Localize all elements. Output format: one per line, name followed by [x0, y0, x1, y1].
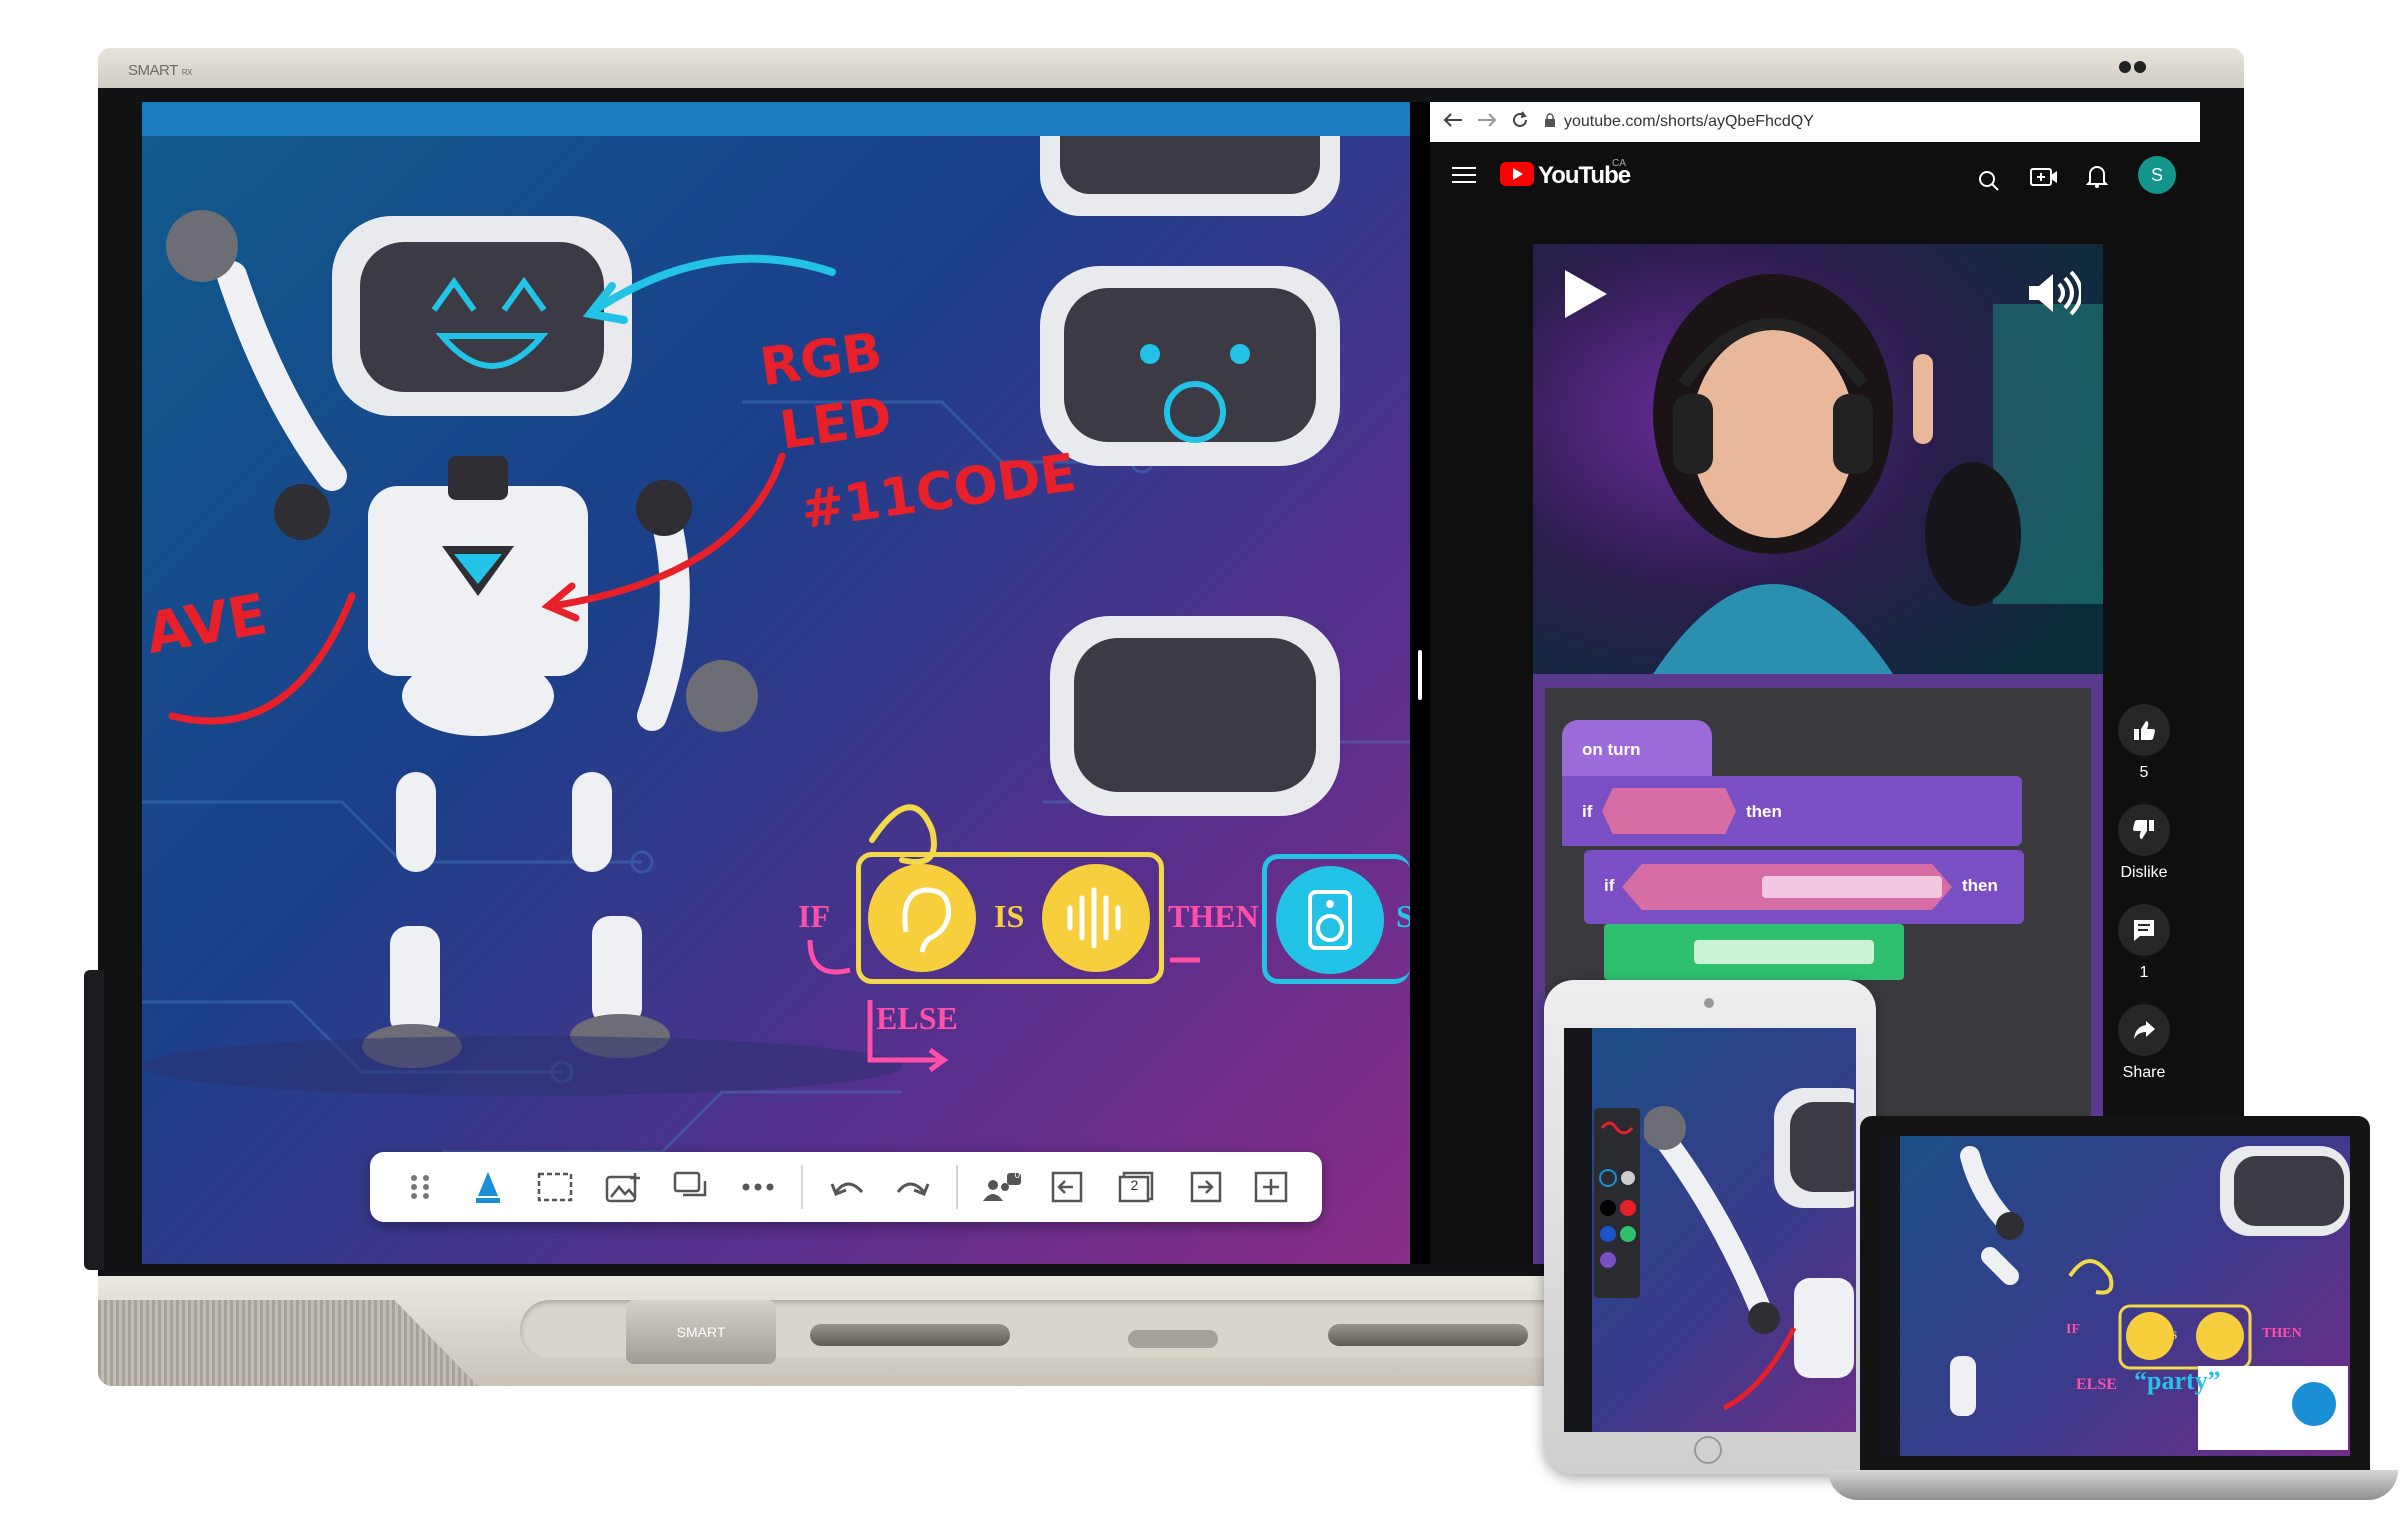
laptop-base	[1828, 1470, 2398, 1500]
youtube-header: YouTube CA S	[1430, 142, 2200, 212]
brand-logo: SMART RX	[128, 62, 192, 79]
thumbs-down-icon[interactable]	[2118, 804, 2170, 856]
more-icon[interactable]	[733, 1162, 783, 1212]
like-action[interactable]: 5	[2114, 704, 2174, 782]
block-then-label: then	[1746, 802, 1782, 821]
participants-icon[interactable]: 0	[976, 1162, 1026, 1212]
eraser-label: SMART	[676, 1324, 726, 1340]
share-icon[interactable]	[2118, 1004, 2170, 1056]
notifications-icon[interactable]	[2085, 164, 2109, 193]
undo-icon[interactable]	[821, 1162, 871, 1212]
drag-handle-icon[interactable]	[395, 1162, 445, 1212]
search-icon[interactable]	[1978, 170, 2000, 197]
pen-right[interactable]	[1328, 1324, 1528, 1346]
toolbar-divider	[801, 1165, 804, 1209]
logic-arrows	[807, 804, 1200, 1073]
robot-face-options	[1040, 136, 1340, 816]
redo-icon[interactable]	[889, 1162, 939, 1212]
comment-count: 1	[2139, 964, 2149, 981]
block-if-label: if	[1604, 876, 1615, 895]
laptop-screen[interactable]: IF IS THEN ELSE “party”	[1880, 1136, 2350, 1456]
url-text[interactable]: youtube.com/shorts/ayQbeFhcdQY	[1564, 113, 1814, 131]
forward-icon[interactable]	[1476, 111, 1498, 134]
participants-count: 0	[1014, 1170, 1021, 1181]
browser-address-bar: youtube.com/shorts/ayQbeFhcdQY	[1430, 102, 2200, 142]
dislike-action[interactable]: Dislike	[2114, 804, 2174, 882]
next-page-icon[interactable]	[1179, 1162, 1229, 1212]
lock-icon	[1544, 112, 1556, 132]
previous-page-icon[interactable]	[1044, 1162, 1094, 1212]
pen-icon[interactable]	[463, 1162, 513, 1212]
display-top-bezel: SMART RX	[98, 48, 2244, 92]
back-icon[interactable]	[1442, 111, 1464, 134]
speaker-icon	[1276, 866, 1384, 974]
camera-icon	[2118, 60, 2152, 74]
block-if-inner[interactable]: if then	[1584, 850, 2024, 924]
menu-icon[interactable]	[1452, 166, 1476, 189]
split-divider[interactable]	[1410, 102, 1430, 1264]
create-icon[interactable]	[2030, 166, 2058, 193]
shorts-video[interactable]	[1533, 244, 2103, 674]
youtube-logo-icon[interactable]	[1500, 162, 1534, 191]
whiteboard-toolbar: 0 2	[370, 1152, 1322, 1222]
tablet-robot-preview	[1644, 1088, 1854, 1411]
block-if-outer[interactable]: if then	[1562, 776, 2022, 846]
page-number: 2	[1130, 1177, 1139, 1193]
laptop-else-label: ELSE	[2076, 1376, 2117, 1393]
comments-icon[interactable]	[666, 1162, 716, 1212]
account-avatar[interactable]: S	[2138, 156, 2176, 194]
laptop-is-label: IS	[2166, 1328, 2178, 1342]
block-action[interactable]	[1604, 924, 1904, 980]
tablet-pen-palette[interactable]	[1594, 1108, 1640, 1298]
eraser[interactable]: SMART	[626, 1300, 776, 1364]
comments-action[interactable]: 1	[2114, 904, 2174, 982]
pen-left[interactable]	[810, 1324, 1010, 1346]
condition-slot[interactable]	[1622, 864, 1952, 910]
video-frame	[1533, 244, 2103, 674]
laptop-then-label: THEN	[2262, 1326, 2302, 1341]
tablet-tool-rail	[1564, 1028, 1592, 1432]
add-page-icon[interactable]	[1247, 1162, 1297, 1212]
toolbar-divider	[956, 1165, 959, 1209]
laptop-tool-rail	[1880, 1136, 1900, 1456]
play-icon[interactable]	[1561, 268, 1609, 325]
laptop-if-label: IF	[2066, 1322, 2080, 1337]
reload-icon[interactable]	[1510, 110, 1530, 135]
side-control-buttons[interactable]	[84, 970, 104, 1270]
laptop-party-text: “party”	[2134, 1366, 2221, 1395]
block-if-label: if	[1582, 802, 1593, 821]
home-button[interactable]	[1128, 1330, 1218, 1348]
volume-icon[interactable]	[2027, 270, 2083, 321]
like-count: 5	[2139, 764, 2149, 781]
page-indicator[interactable]: 2	[1111, 1162, 1161, 1212]
block-on-turn[interactable]: on turn	[1562, 720, 1712, 776]
thumbs-up-icon[interactable]	[2118, 704, 2170, 756]
share-label: Share	[2122, 1064, 2166, 1081]
add-image-icon[interactable]	[598, 1162, 648, 1212]
select-icon[interactable]	[530, 1162, 580, 1212]
tablet-screen[interactable]	[1564, 1028, 1856, 1432]
share-action[interactable]: Share	[2114, 1004, 2174, 1082]
block-then-label: then	[1962, 876, 1998, 895]
dislike-label: Dislike	[2120, 864, 2168, 881]
condition-slot[interactable]	[1602, 788, 1736, 834]
comment-icon[interactable]	[2118, 904, 2170, 956]
region-code: CA	[1612, 158, 1626, 169]
laptop-canvas-preview	[1950, 1146, 2350, 1450]
